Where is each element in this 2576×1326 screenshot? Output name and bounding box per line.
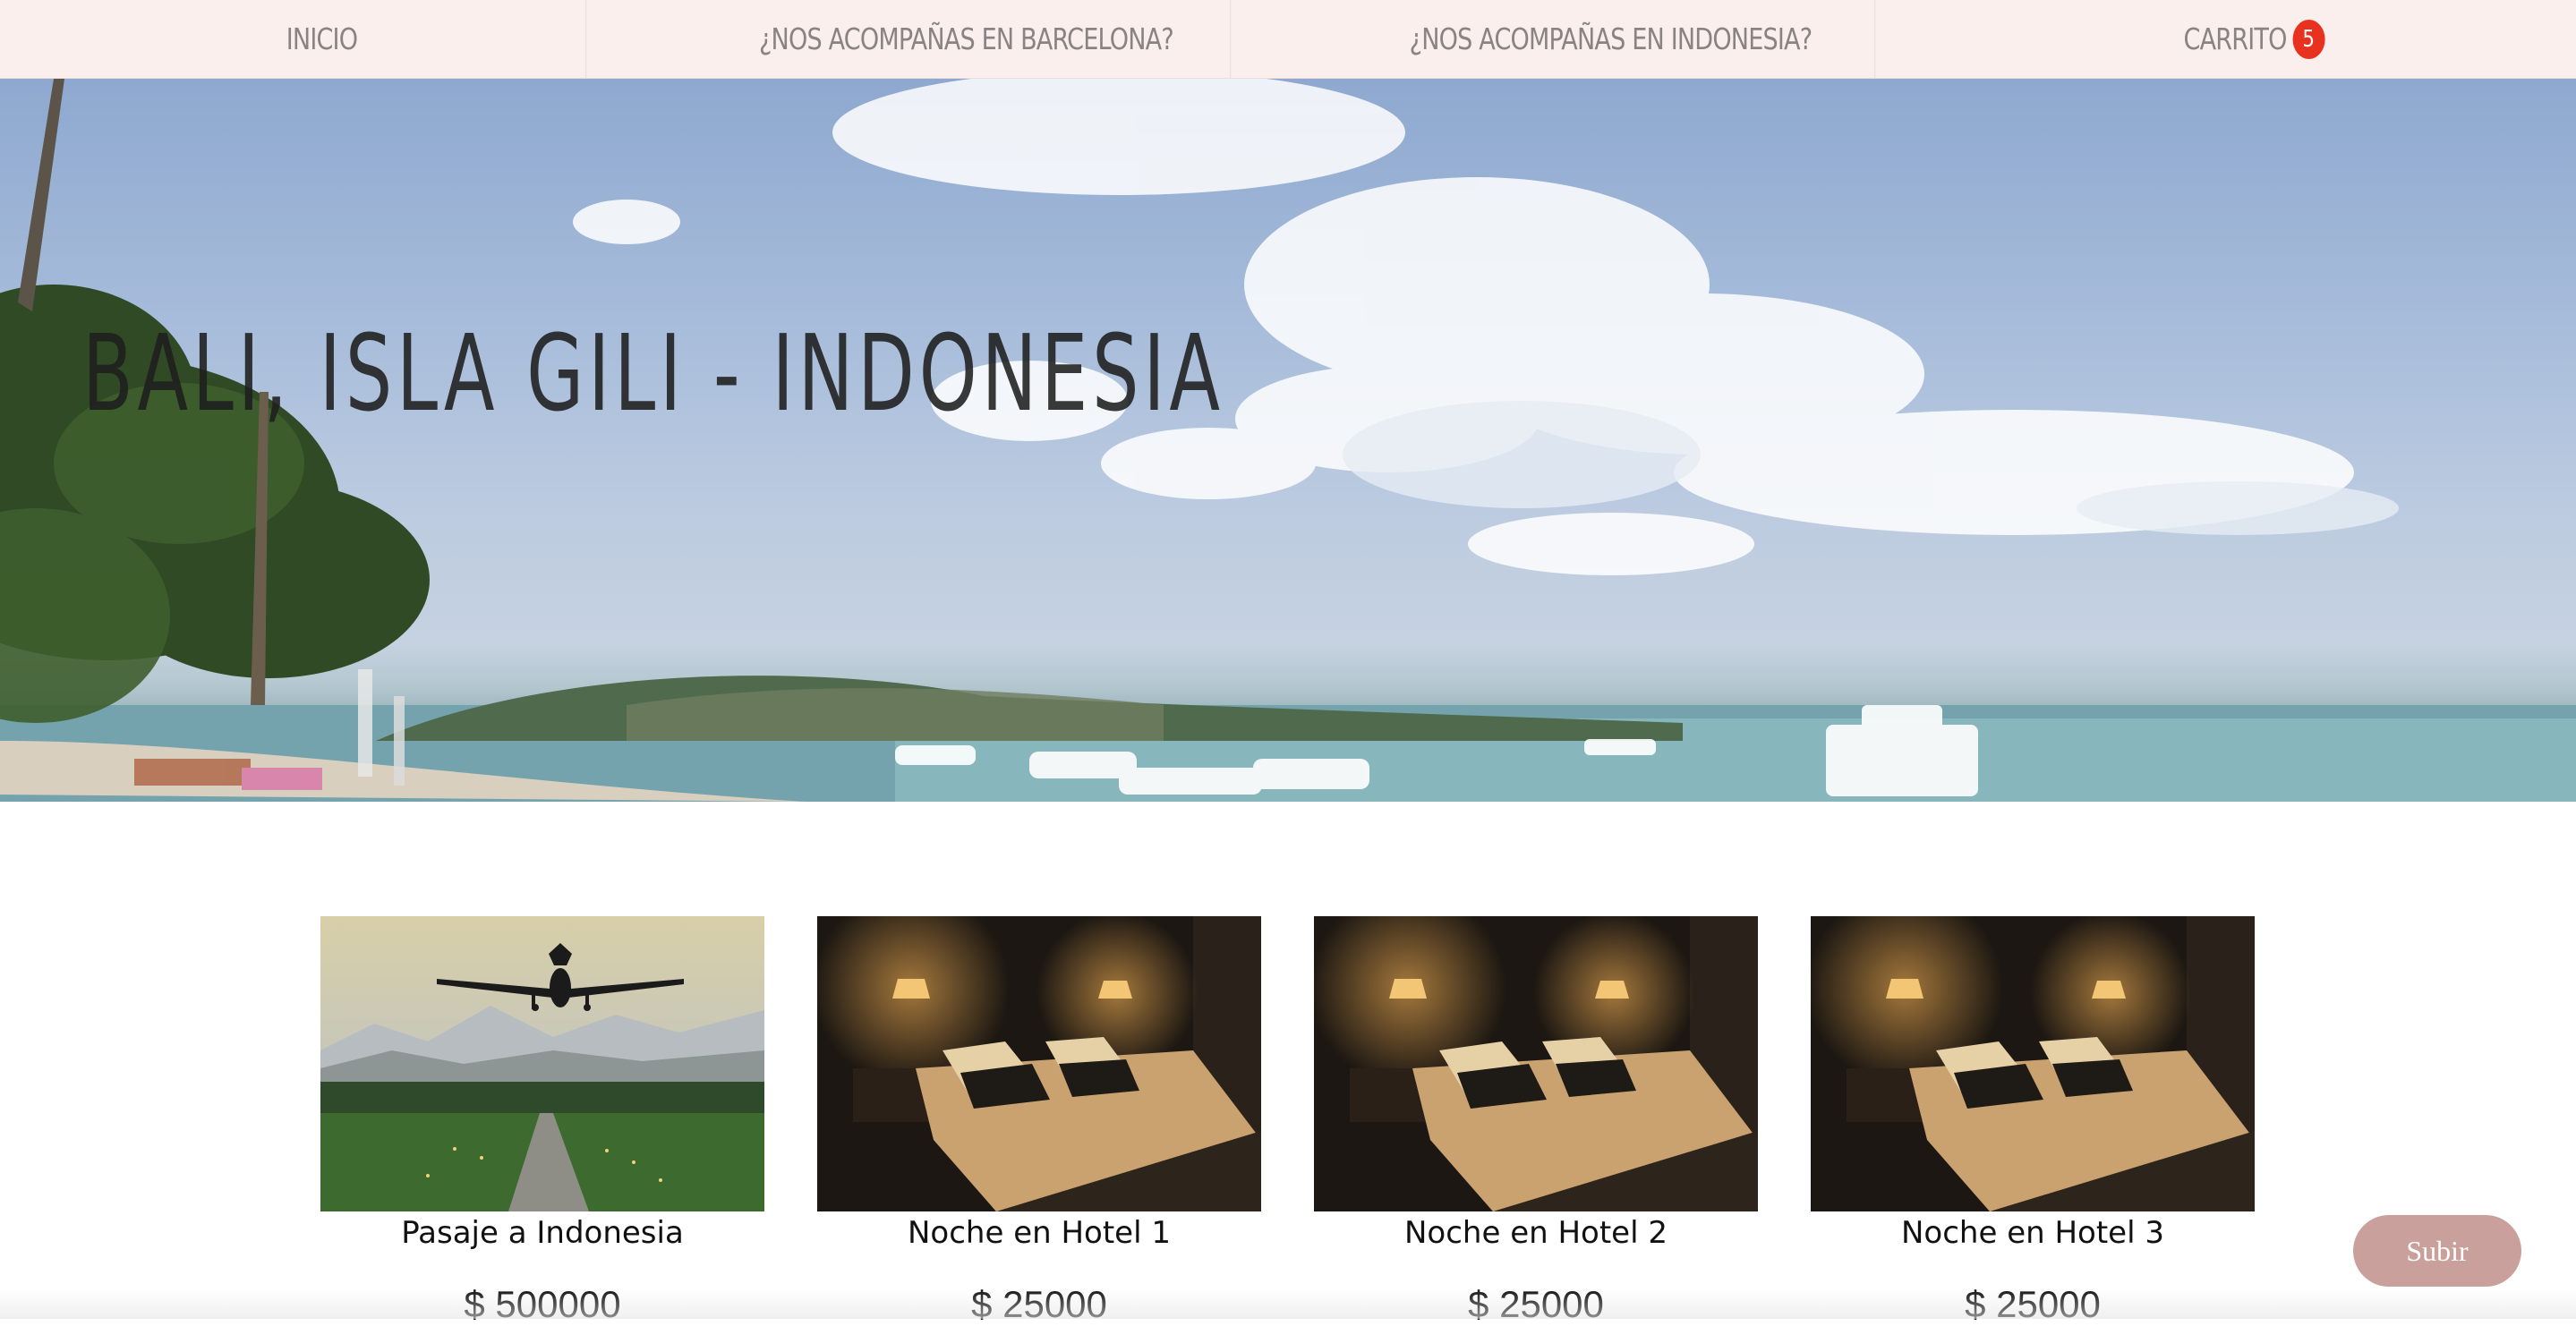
product-card[interactable]: Noche en Hotel 1 $ 25000 [817, 916, 1261, 1326]
nav-item-label: ¿NOS ACOMPAÑAS EN BARCELONA? [758, 21, 1174, 56]
product-card[interactable]: Pasaje a Indonesia $ 500000 [320, 916, 764, 1326]
top-nav: INICIO ¿NOS ACOMPAÑAS EN BARCELONA? ¿NOS… [0, 0, 2576, 79]
product-price: $ 500000 [464, 1283, 621, 1325]
nav-item-label: ¿NOS ACOMPAÑAS EN INDONESIA? [1409, 21, 1812, 56]
hero-title: BALI, ISLA GILI - INDONESIA [82, 311, 1224, 435]
nav-item-label: CARRITO [2183, 21, 2288, 56]
product-name: Pasaje a Indonesia [401, 1215, 684, 1251]
cart-count-badge: 5 [2292, 19, 2325, 59]
product-card[interactable]: Noche en Hotel 3 $ 25000 [1811, 916, 2255, 1326]
product-card[interactable]: Noche en Hotel 2 $ 25000 [1314, 916, 1758, 1326]
nav-item-inicio[interactable]: INICIO [58, 0, 586, 78]
nav-item-label: INICIO [286, 21, 358, 56]
hotel-room-photo [817, 916, 1261, 1211]
scroll-to-top-button[interactable]: Subir [2353, 1215, 2521, 1287]
nav-item-barcelona[interactable]: ¿NOS ACOMPAÑAS EN BARCELONA? [703, 0, 1231, 78]
product-list: Pasaje a Indonesia $ 500000 Noche en Hot… [0, 916, 2576, 1325]
beach-landscape-image [0, 79, 2576, 802]
airplane-landing-photo [320, 916, 764, 1211]
nav-item-carrito[interactable]: CARRITO 5 [1991, 0, 2518, 78]
hotel-room-photo [1314, 916, 1758, 1211]
product-price: $ 25000 [1965, 1283, 2101, 1325]
hero-banner: BALI, ISLA GILI - INDONESIA [0, 79, 2576, 802]
hotel-room-photo [1811, 916, 2255, 1211]
product-price: $ 25000 [1468, 1283, 1604, 1325]
product-name: Noche en Hotel 2 [1404, 1215, 1668, 1251]
product-name: Noche en Hotel 3 [1901, 1215, 2164, 1251]
product-name: Noche en Hotel 1 [908, 1215, 1171, 1251]
nav-item-indonesia[interactable]: ¿NOS ACOMPAÑAS EN INDONESIA? [1346, 0, 1875, 78]
product-price: $ 25000 [971, 1283, 1107, 1325]
